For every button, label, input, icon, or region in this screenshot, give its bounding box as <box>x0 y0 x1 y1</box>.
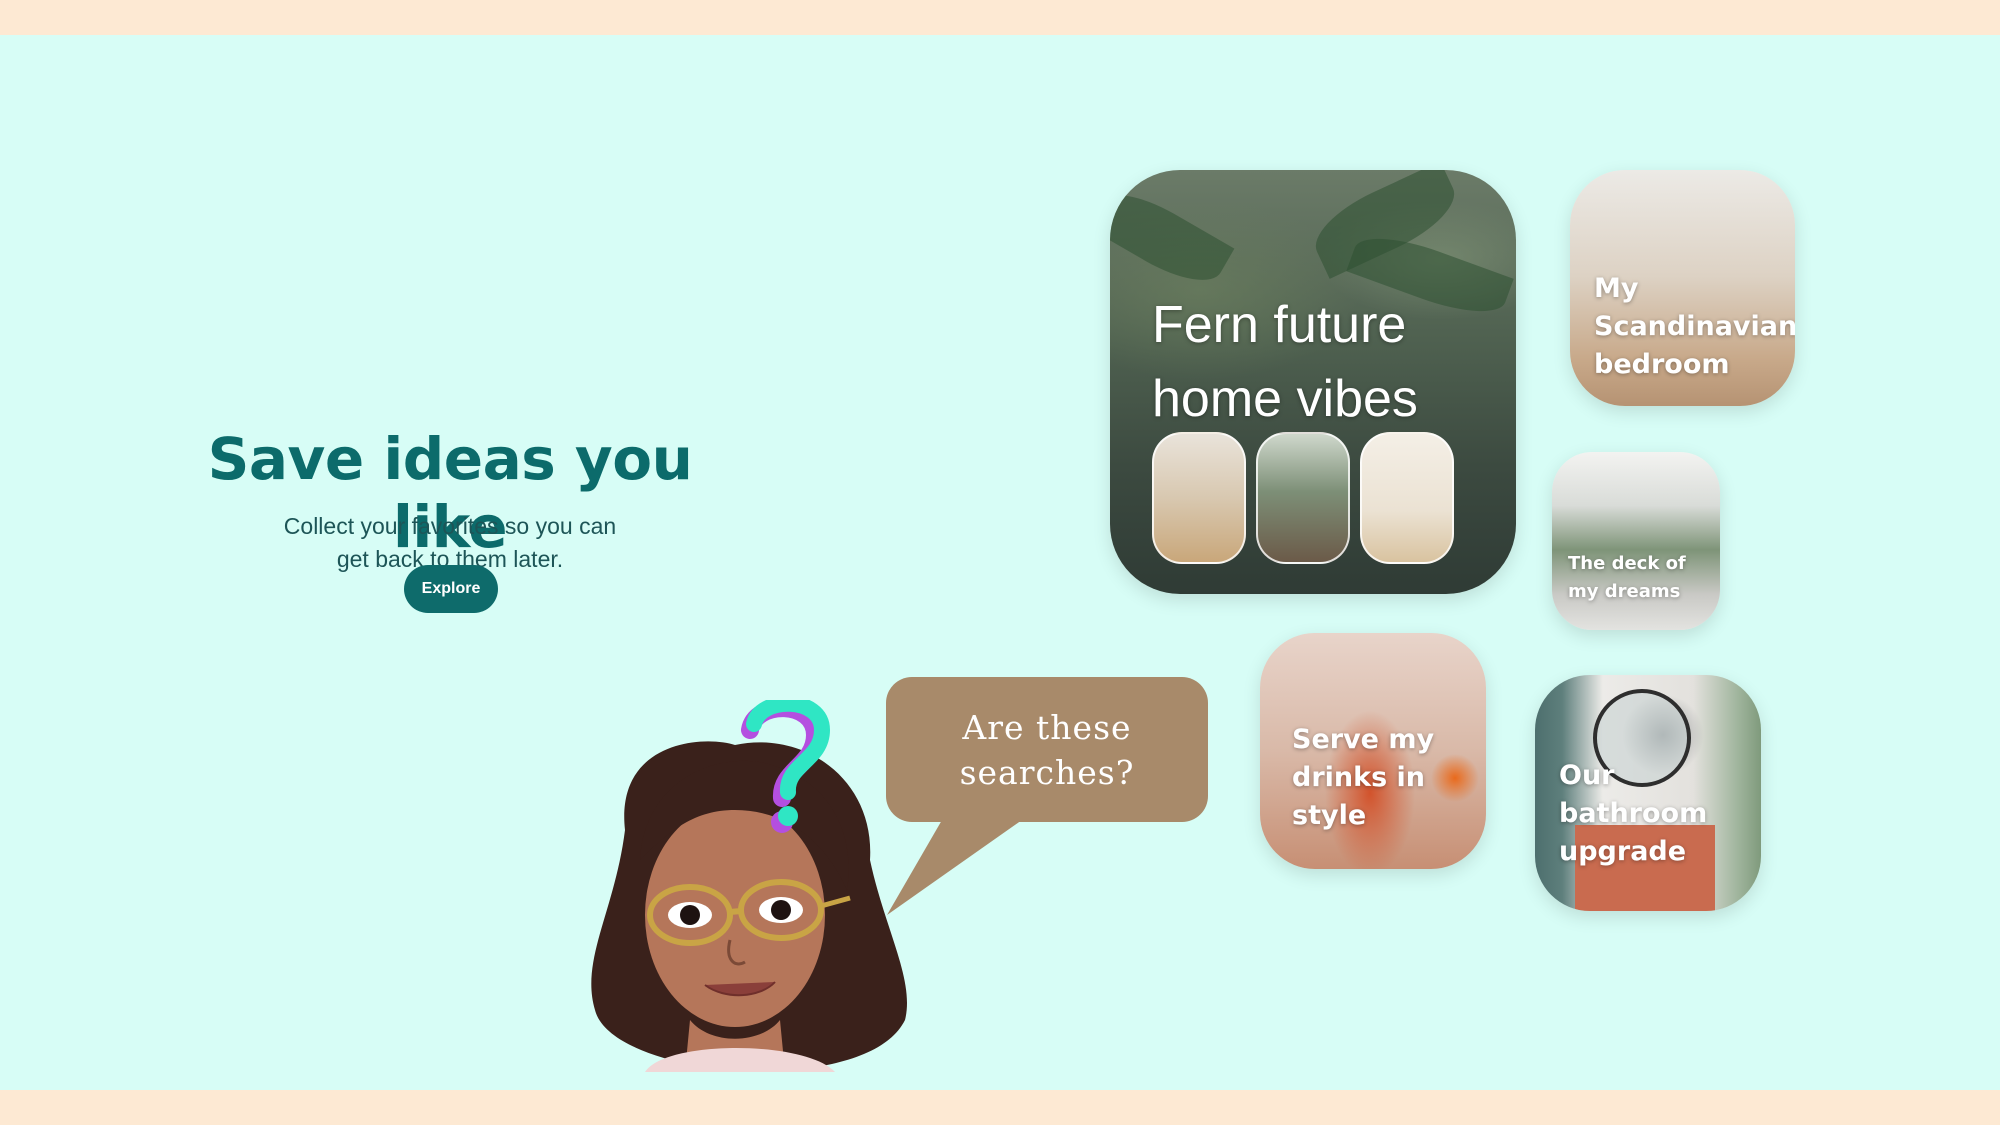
board-title-line: drinks in <box>1292 762 1426 793</box>
bitmoji-avatar-icon <box>591 700 907 1072</box>
board-title-line: Fern future <box>1152 296 1407 354</box>
board-title-line: Our <box>1559 760 1615 791</box>
speech-bubble: Are these searches? <box>886 677 1208 822</box>
thumbnail-image[interactable] <box>1152 432 1246 564</box>
fern-leaf-decoration <box>1110 178 1235 297</box>
board-title-line: The deck of <box>1568 553 1686 574</box>
thumbnail-image[interactable] <box>1256 432 1350 564</box>
board-card-fern[interactable]: Fern future home vibes <box>1110 170 1516 594</box>
board-title: Our bathroom upgrade <box>1559 757 1707 871</box>
board-title-line: my dreams <box>1568 581 1681 602</box>
board-card-drinks[interactable]: Serve my drinks in style <box>1260 633 1486 869</box>
board-title-line: home vibes <box>1152 370 1418 428</box>
thumbnail-image[interactable] <box>1360 432 1454 564</box>
board-title-line: upgrade <box>1559 836 1687 867</box>
board-title: The deck of my dreams <box>1568 550 1686 606</box>
speech-bubble-line: searches? <box>959 752 1135 792</box>
board-card-scandinavian-bedroom[interactable]: My Scandinavian bedroom <box>1570 170 1795 406</box>
board-title: Fern future home vibes <box>1152 288 1418 436</box>
board-title-line: style <box>1292 800 1367 831</box>
hero-subtitle-line1: Collect your favorites so you can <box>283 513 617 539</box>
explore-button[interactable]: Explore <box>404 565 498 613</box>
board-thumbnails <box>1152 432 1454 564</box>
board-card-bathroom[interactable]: Our bathroom upgrade <box>1535 675 1761 911</box>
board-title-line: bathroom <box>1559 798 1708 829</box>
board-card-deck[interactable]: The deck of my dreams <box>1552 452 1720 630</box>
board-title-line: bedroom <box>1594 349 1730 380</box>
speech-bubble-line: Are these <box>962 707 1132 747</box>
board-title: My Scandinavian bedroom <box>1594 270 1795 384</box>
board-title: Serve my drinks in style <box>1292 721 1434 835</box>
board-title-line: Scandinavian <box>1594 311 1795 342</box>
board-title-line: My <box>1594 273 1639 304</box>
board-title-line: Serve my <box>1292 724 1435 755</box>
